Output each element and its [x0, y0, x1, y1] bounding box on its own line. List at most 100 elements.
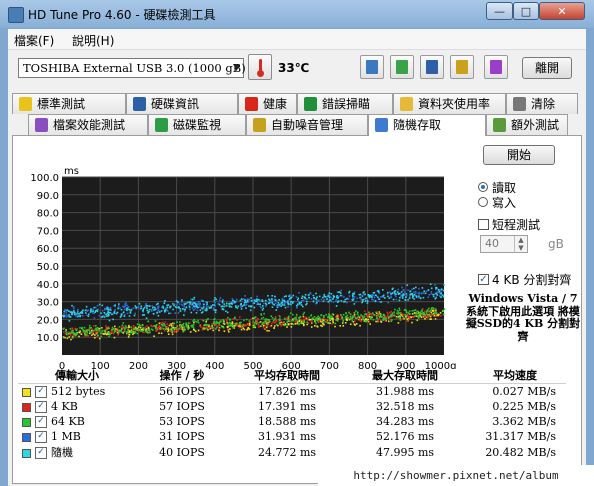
scatter-point — [416, 319, 419, 322]
menu-help[interactable]: 說明(H) — [72, 32, 114, 49]
scatter-point — [124, 325, 127, 327]
y-tick-label: 30.0 — [37, 298, 59, 309]
scatter-point — [372, 299, 374, 301]
start-button[interactable]: 開始 — [483, 145, 555, 165]
scatter-point — [318, 320, 320, 322]
y-tick-label: 90.0 — [37, 191, 59, 202]
scatter-point — [227, 324, 230, 327]
scatter-point — [347, 317, 350, 319]
scatter-point — [280, 325, 282, 327]
scatter-point — [309, 292, 311, 294]
scatter-point — [404, 299, 407, 301]
read-radio[interactable] — [478, 182, 488, 192]
tab-row2-4[interactable]: 隨機存取 — [368, 114, 486, 136]
copy-screenshot-button[interactable] — [390, 55, 414, 79]
scatter-point — [126, 304, 128, 307]
title-bar[interactable]: HD Tune Pro 4.60 - 硬碟檢測工具 — □ ✕ — [0, 0, 594, 28]
tab-row2-1[interactable]: 檔案效能測試 — [28, 114, 148, 135]
scatter-point — [390, 315, 393, 317]
scatter-point — [99, 332, 102, 334]
tab-row1-3[interactable]: 健康 — [238, 93, 297, 114]
scatter-point — [143, 306, 146, 309]
spin-arrows-icon[interactable]: ▲ ▼ — [514, 236, 527, 252]
scatter-point — [389, 315, 391, 318]
scatter-point — [296, 307, 298, 309]
scatter-point — [92, 329, 95, 332]
header-max: 最大存取時間 — [346, 366, 464, 384]
scatter-point — [140, 307, 142, 309]
series-visible-checkbox[interactable]: ✓ — [35, 447, 47, 459]
minimize-button[interactable]: — — [486, 2, 513, 20]
scatter-point — [136, 332, 139, 335]
scatter-point — [429, 283, 432, 285]
maximize-button[interactable]: □ — [513, 2, 539, 20]
scatter-point — [165, 307, 167, 310]
options-button[interactable] — [450, 55, 474, 79]
scatter-point — [238, 326, 241, 329]
scatter-point — [296, 299, 299, 301]
scatter-point — [421, 287, 424, 289]
scatter-point — [148, 310, 150, 313]
scatter-point — [254, 325, 256, 328]
save-button[interactable] — [420, 55, 444, 79]
scatter-point — [323, 293, 326, 296]
series-visible-checkbox[interactable]: ✓ — [35, 416, 47, 428]
scatter-point — [355, 301, 357, 303]
drive-select[interactable]: TOSHIBA External USB 3.0 (1000 gB) ▼ — [18, 58, 246, 78]
scatter-point — [367, 313, 370, 316]
scatter-point — [435, 315, 438, 318]
scatter-point — [423, 290, 425, 292]
scatter-point — [82, 309, 84, 312]
scatter-point — [107, 306, 109, 309]
tab-row2-3[interactable]: 自動噪音管理 — [246, 114, 368, 135]
scatter-point — [406, 320, 409, 322]
test-size-spinner[interactable]: 40 ▲ ▼ — [480, 235, 528, 253]
scatter-point — [328, 313, 330, 316]
scatter-point — [331, 313, 334, 315]
scatter-point — [372, 292, 375, 294]
tab-row2-5[interactable]: 額外測試 — [486, 114, 568, 135]
series-visible-checkbox[interactable]: ✓ — [35, 401, 47, 413]
scatter-point — [375, 311, 377, 314]
scatter-point — [399, 319, 402, 321]
tab-label: 自動噪音管理 — [271, 118, 344, 132]
exit-button[interactable]: 離開 — [522, 57, 572, 79]
write-radio[interactable] — [478, 197, 488, 207]
scatter-point — [72, 334, 74, 337]
scatter-point — [256, 320, 259, 322]
tab-label: 清除 — [531, 97, 556, 111]
scatter-point — [317, 315, 319, 318]
y-tick-label: 70.0 — [37, 226, 59, 237]
scatter-point — [69, 332, 71, 334]
tab-row1-6[interactable]: 清除 — [506, 93, 578, 114]
scatter-point — [120, 315, 123, 317]
scatter-point — [253, 300, 255, 303]
scatter-point — [418, 295, 420, 297]
series-visible-checkbox[interactable]: ✓ — [35, 431, 47, 443]
tab-row1-4[interactable]: 錯誤掃瞄 — [297, 93, 393, 114]
scatter-point — [256, 299, 258, 301]
menu-file[interactable]: 檔案(F) — [14, 32, 54, 49]
short-test-checkbox[interactable] — [478, 219, 489, 230]
tab-row2-2[interactable]: 磁碟監視 — [148, 114, 246, 135]
scatter-point — [369, 323, 371, 325]
tab-row1-1[interactable]: 標準測試 — [12, 93, 126, 114]
close-button[interactable]: ✕ — [539, 2, 585, 20]
scatter-point — [92, 310, 94, 312]
scatter-point — [79, 312, 82, 314]
align-4kb-checkbox[interactable]: ✓ — [478, 274, 489, 285]
scatter-point — [97, 334, 99, 337]
scatter-point — [192, 320, 194, 322]
download-button[interactable] — [484, 55, 508, 79]
tab-row1-5[interactable]: 資料夾使用率 — [393, 93, 506, 114]
tab-label: 檔案效能測試 — [53, 118, 126, 132]
scatter-point — [158, 328, 160, 331]
series-visible-checkbox[interactable]: ✓ — [35, 386, 47, 398]
temperature-readout: 33℃ — [278, 61, 310, 75]
scatter-point — [316, 326, 319, 328]
tab-row1-2[interactable]: 硬碟資訊 — [126, 93, 238, 114]
results-table: 傳輸大小 操作 / 秒 平均存取時間 最大存取時間 平均速度 ✓ 512 byte… — [18, 366, 566, 460]
copy-info-button[interactable] — [360, 55, 384, 79]
scatter-point — [106, 327, 108, 329]
scatter-point — [108, 327, 110, 330]
